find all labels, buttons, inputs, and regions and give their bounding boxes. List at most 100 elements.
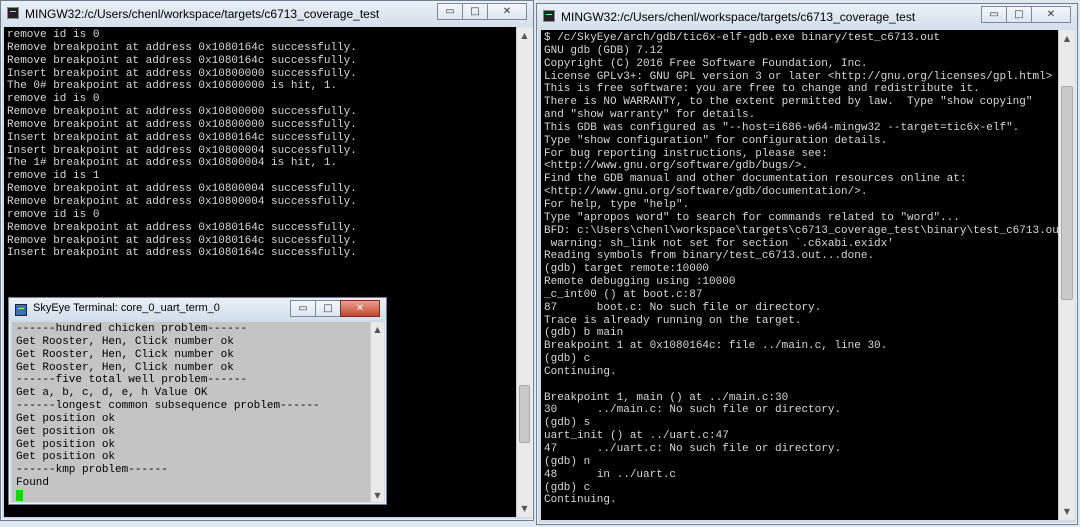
gdb-line: Type "apropos word" to search for comman… [544,211,960,224]
gdb-line: Continuing. [544,494,617,507]
uart-window-title: SkyEye Terminal: core_0_uart_term_0 [33,302,220,314]
close-button[interactable]: ✕ [487,3,527,20]
console-line: Remove breakpoint at address 0x10800004 … [7,183,357,196]
uart-line: Get position ok [16,425,116,438]
gdb-line: (gdb) b main [544,327,624,340]
console-line: Remove breakpoint at address 0x1080164c … [7,234,357,247]
maximize-button[interactable]: □ [462,3,488,20]
minimize-button[interactable]: ▭ [437,3,463,20]
scroll-down-arrow-icon[interactable]: ▼ [1059,503,1075,520]
console-line: Remove breakpoint at address 0x1080164c … [7,54,357,67]
gdb-line: and "show warranty" for details. [544,109,756,122]
gdb-line: (gdb) c [544,481,591,494]
scroll-down-arrow-icon[interactable]: ▼ [371,488,384,502]
gdb-line: Copyright (C) 2016 Free Software Foundat… [544,57,868,70]
scroll-thumb[interactable] [519,385,530,443]
right-window-title: MINGW32:/c/Users/chenl/workspace/targets… [561,10,916,24]
gdb-line: Type "show configuration" for configurat… [544,134,888,147]
left-window-title: MINGW32:/c/Users/chenl/workspace/targets… [25,7,380,21]
console-line: Remove breakpoint at address 0x1080164c … [7,41,357,54]
gdb-line: For help, type "help". [544,198,690,211]
console-line: Insert breakpoint at address 0x10800004 … [7,144,357,157]
gdb-line: For bug reporting instructions, please s… [544,147,828,160]
gdb-line: (gdb) target remote:10000 [544,263,710,276]
gdb-line [544,379,1058,392]
uart-line: Get Rooster, Hen, Click number ok [16,361,234,374]
gdb-line: Breakpoint 1 at 0x1080164c: file ../main… [544,340,888,353]
gdb-line: $ /c/SkyEye/arch/gdb/tic6x-elf-gdb.exe b… [544,32,941,44]
scroll-thumb[interactable] [1061,86,1073,300]
scroll-down-arrow-icon[interactable]: ▼ [517,500,532,517]
gdb-line: 47 ../uart.c: No such file or directory. [544,443,842,455]
gdb-line: <http://www.gnu.org/software/gdb/documen… [544,186,868,199]
right-vertical-scrollbar[interactable]: ▲ ▼ [1058,30,1075,520]
gdb-line: <http://www.gnu.org/software/gdb/bugs/>. [544,160,809,173]
scroll-up-arrow-icon[interactable]: ▲ [371,322,384,336]
window-controls: ▭ □ ✕ [437,3,527,21]
uart-line: Get position ok [16,438,116,451]
gdb-line: 30 ../main.c: No such file or directory. [544,404,842,417]
scroll-up-arrow-icon[interactable]: ▲ [517,27,532,44]
console-line: Remove breakpoint at address 0x10800004 … [7,195,357,208]
uart-window-titlebar[interactable]: SkyEye Terminal: core_0_uart_term_0 ▭ □ … [9,298,386,320]
uart-line: Get Rooster, Hen, Click number ok [16,348,234,361]
uart-line: ------kmp problem------ [16,464,168,477]
console-line: Remove breakpoint at address 0x10800000 … [7,106,357,119]
uart-line: Get position ok [16,412,116,425]
uart-line: ------five total well problem------ [16,374,248,387]
gdb-line: Continuing. [544,365,617,378]
gdb-console-output[interactable]: $ /c/SkyEye/arch/gdb/tic6x-elf-gdb.exe b… [541,30,1058,520]
console-line: Insert breakpoint at address 0x1080164c … [7,131,357,144]
skyeye-app-icon [15,304,27,316]
console-line: remove id is 1 [7,170,100,183]
minimize-button[interactable]: ▭ [290,300,316,317]
gdb-line: BFD: c:\Users\chenl\workspace\targets\c6… [544,224,1058,237]
minimize-button[interactable]: ▭ [981,6,1007,23]
gdb-line: warning: sh_link not set for section `.c… [544,237,894,250]
uart-line: ------hundred chicken problem------ [16,323,248,335]
maximize-button[interactable]: □ [315,300,341,317]
gdb-line: (gdb) n [544,455,591,468]
close-button[interactable]: ✕ [340,300,380,317]
terminal-app-icon [7,7,19,19]
gdb-line: Find the GDB manual and other documentat… [544,173,967,186]
uart-line: Get a, b, c, d, e, h Value OK [16,387,208,400]
gdb-line: There is NO WARRANTY, to the extent perm… [544,96,1033,109]
skyeye-uart-window[interactable]: SkyEye Terminal: core_0_uart_term_0 ▭ □ … [8,297,387,505]
gdb-line: This is free software: you are free to c… [544,83,980,96]
gdb-line: uart_init () at ../uart.c:47 [544,430,729,443]
gdb-line: 48 in ../uart.c [544,468,677,481]
window-controls: ▭ □ ✕ [290,300,380,318]
uart-vertical-scrollbar[interactable]: ▲ ▼ [370,322,384,502]
gdb-line: Trace is already running on the target. [544,314,802,327]
console-line: Insert breakpoint at address 0x10800000 … [7,67,357,80]
console-line: Remove breakpoint at address 0x1080164c … [7,221,357,234]
uart-line: ------longest common subsequence problem… [16,400,320,413]
gdb-line: Reading symbols from binary/test_c6713.o… [544,250,875,263]
text-cursor [16,489,23,501]
gdb-line: This GDB was configured as "--host=i686-… [544,121,1020,134]
console-line: Insert breakpoint at address 0x1080164c … [7,247,357,260]
gdb-line: License GPLv3+: GNU GPL version 3 or lat… [544,70,1053,83]
scroll-up-arrow-icon[interactable]: ▲ [1059,30,1075,47]
left-vertical-scrollbar[interactable]: ▲ ▼ [516,27,532,517]
gdb-line: 87 boot.c: No such file or directory. [544,301,822,314]
console-line: remove id is 0 [7,208,100,221]
uart-console-output[interactable]: ------hundred chicken problem------ Get R… [12,322,370,502]
close-button[interactable]: ✕ [1031,6,1071,23]
console-line: remove id is 0 [7,93,100,106]
gdb-line: GNU gdb (GDB) 7.12 [544,44,663,57]
uart-line: Get position ok [16,451,116,464]
console-line: The 1# breakpoint at address 0x10800004 … [7,157,338,170]
window-controls: ▭ □ ✕ [981,6,1071,24]
left-window-titlebar[interactable]: MINGW32:/c/Users/chenl/workspace/targets… [1,1,533,27]
terminal-app-icon [543,10,555,22]
gdb-line: _c_int00 () at boot.c:87 [544,288,703,301]
console-line: Remove breakpoint at address 0x10800000 … [7,118,357,131]
right-terminal-window[interactable]: MINGW32:/c/Users/chenl/workspace/targets… [536,3,1078,525]
maximize-button[interactable]: □ [1006,6,1032,23]
gdb-line: (gdb) s [544,417,591,430]
gdb-line: (gdb) c [544,353,591,366]
uart-line: Get Rooster, Hen, Click number ok [16,335,234,348]
right-window-titlebar[interactable]: MINGW32:/c/Users/chenl/workspace/targets… [537,4,1077,30]
